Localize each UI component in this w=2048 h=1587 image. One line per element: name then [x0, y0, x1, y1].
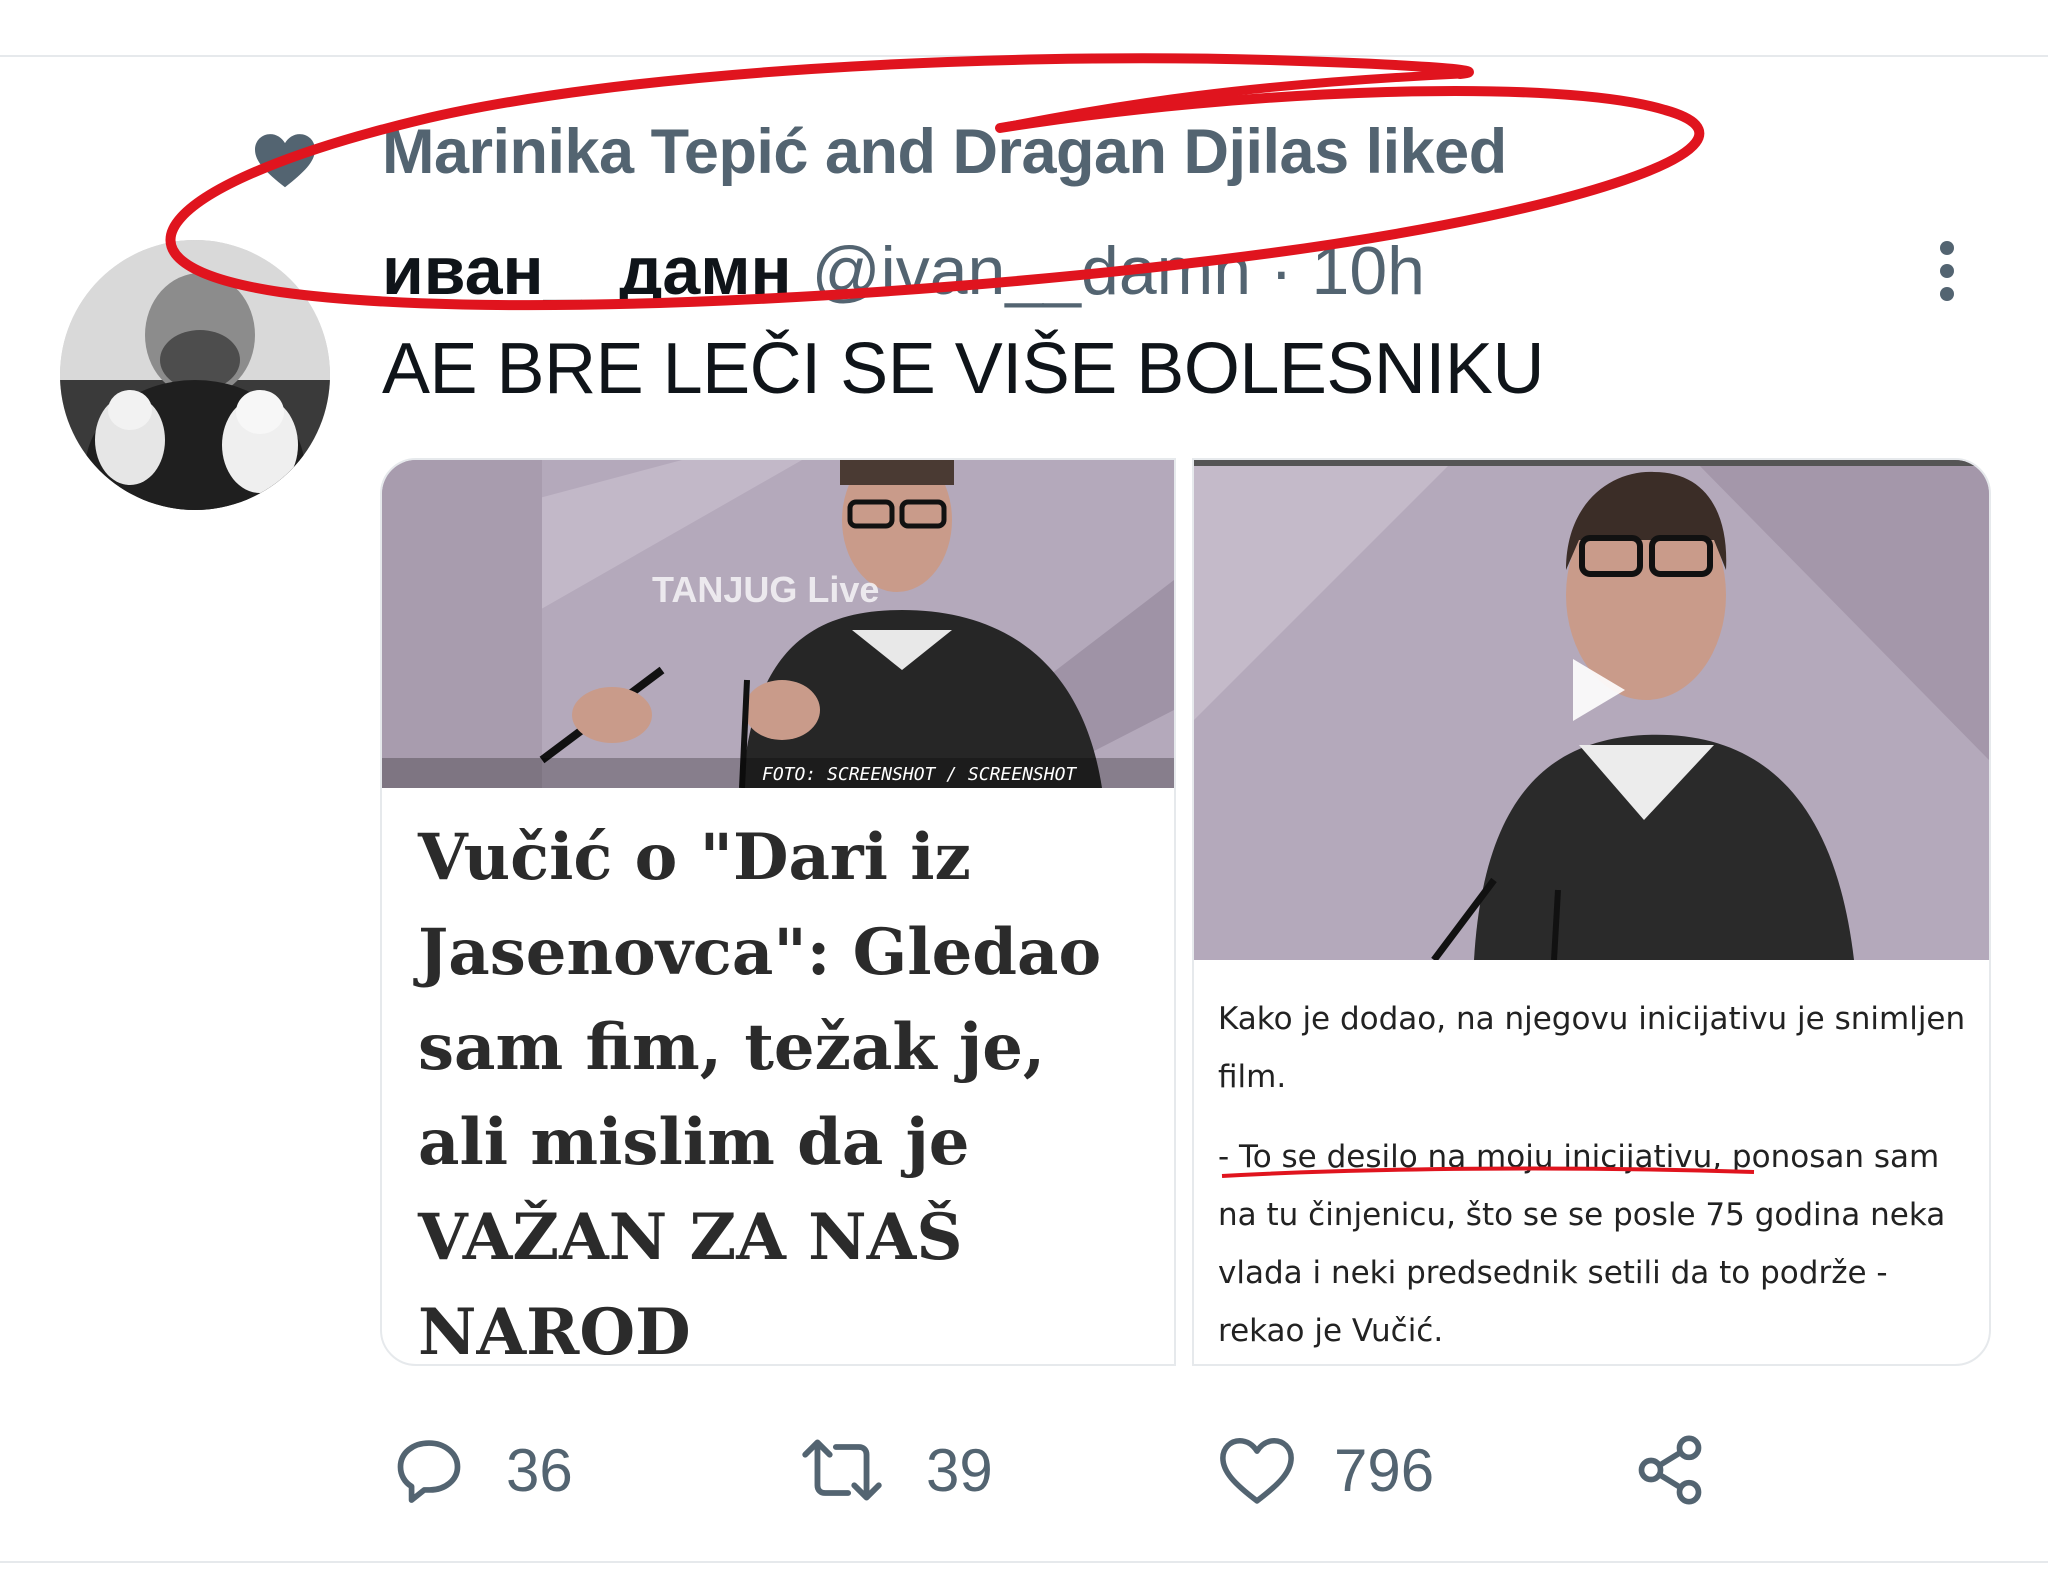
share-icon: [1638, 1435, 1702, 1505]
retweet-icon: [802, 1439, 882, 1501]
more-vertical-icon[interactable]: [1922, 236, 1972, 306]
heart-icon: [252, 130, 318, 190]
play-icon[interactable]: [1569, 655, 1629, 725]
media-card-left[interactable]: TANJUG Live FOTO: SCREENSHOT / SCREENSHO…: [380, 458, 1176, 1366]
reply-icon: [397, 1440, 461, 1503]
display-name[interactable]: иван__дамн: [382, 232, 792, 310]
retweet-count: 39: [926, 1436, 993, 1504]
excerpt-paragraph-1: Kako je dodao, na njegovu inicijativu je…: [1218, 1001, 1966, 1095]
social-context-text[interactable]: Marinika Tepić and Dragan Djilas liked: [382, 116, 1507, 188]
heart-outline-icon: [1220, 1437, 1294, 1504]
action-bar: 36 39 796: [0, 1420, 2048, 1520]
video-thumbnail[interactable]: [1194, 460, 1989, 963]
media-card-right[interactable]: Kako je dodao, na njegovu inicijativu je…: [1192, 458, 1991, 1366]
handle-and-time[interactable]: @ivan__damn · 10h: [812, 232, 1425, 310]
like-count: 796: [1334, 1436, 1435, 1504]
red-underline-annotation: [1218, 1162, 1758, 1187]
article-photo: TANJUG Live FOTO: SCREENSHOT / SCREENSHO…: [382, 460, 1174, 789]
reply-count: 36: [506, 1436, 573, 1504]
share-button[interactable]: [1632, 1420, 1708, 1520]
top-divider: [0, 55, 2048, 57]
tweet-text: AE BRE LEČI SE VIŠE BOLESNIKU: [382, 329, 1544, 409]
article-headline: Vučić o "Dari iz Jasenovca": Gledao sam …: [418, 820, 1102, 1366]
photo-credit: FOTO: SCREENSHOT / SCREENSHOT: [762, 764, 1077, 785]
reply-button[interactable]: 36: [390, 1420, 573, 1520]
watermark-text: TANJUG Live: [652, 569, 879, 610]
like-button[interactable]: 796: [1218, 1420, 1434, 1520]
retweet-button[interactable]: 39: [796, 1420, 993, 1520]
tweet-header: иван__дамн @ivan__damn · 10h: [382, 232, 1425, 322]
avatar[interactable]: [60, 240, 330, 510]
bottom-divider: [0, 1561, 2048, 1563]
